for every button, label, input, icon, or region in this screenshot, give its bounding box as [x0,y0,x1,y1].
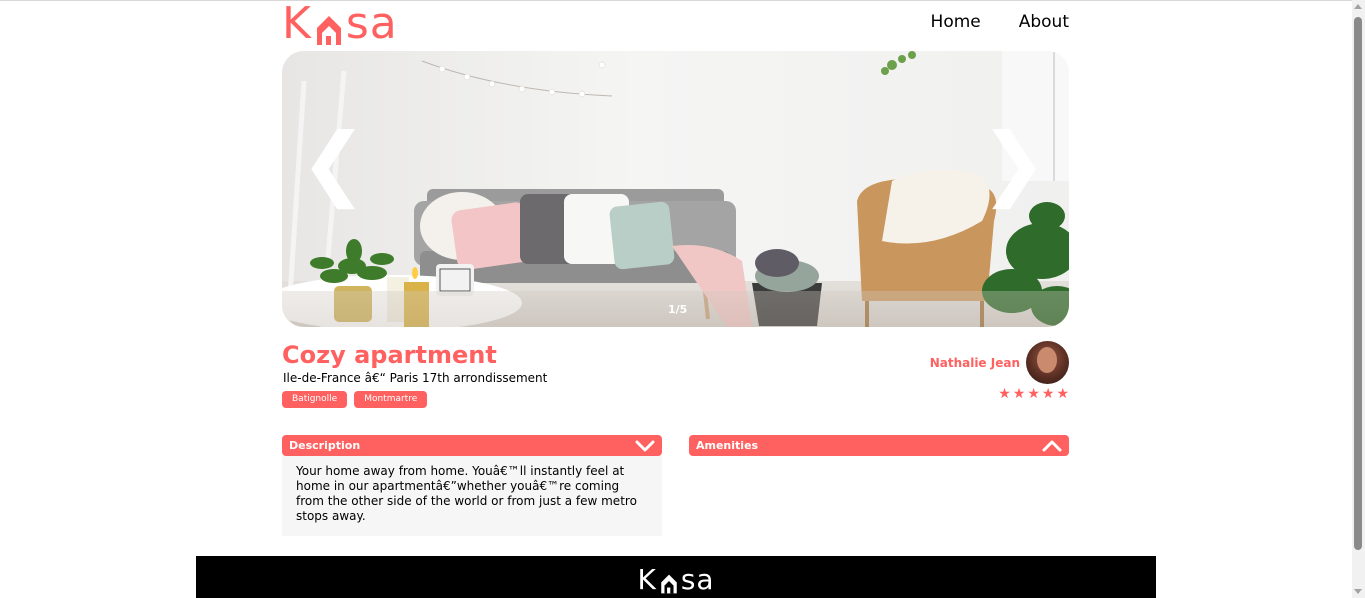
listing-location: Ile-de-France â€“ Paris 17th arrondissem… [283,371,548,385]
chevron-up-icon[interactable] [1042,439,1062,453]
nav-home-link[interactable]: Home [931,12,981,32]
footer-logo: K sa [637,566,714,594]
carousel-photo-illustration [282,51,1069,327]
amenities-collapse: Amenities [689,435,1069,456]
top-border [0,0,1352,1]
amenities-header[interactable]: Amenities [689,435,1069,456]
logo-letter-k: K [282,0,312,49]
footer: K sa [196,556,1156,598]
scrollbar-thumb[interactable] [1354,17,1362,550]
description-body: Your home away from home. Youâ€™ll insta… [282,456,662,536]
chevron-left-icon[interactable]: ❮ [300,123,367,203]
host-avatar-face [1037,347,1057,373]
tag-batignolle: Batignolle [282,391,348,408]
star-icon: ★ [1012,386,1026,402]
chevron-right-icon[interactable]: ❯ [980,123,1047,203]
host-name: Nathalie Jean [929,355,1020,370]
logo-letters-sa: sa [345,0,398,49]
host-info: Nathalie Jean [930,341,1069,384]
description-label: Description [289,439,361,452]
amenities-label: Amenities [696,439,759,452]
star-icon: ★ [1056,386,1069,402]
chevron-down-icon[interactable] [635,439,655,453]
kasa-logo[interactable]: K sa [282,0,398,46]
scroll-up-arrow-icon[interactable] [1354,4,1362,9]
description-text: Your home away from home. Youâ€™ll insta… [296,464,637,523]
star-icon: ★ [1041,386,1055,402]
house-icon [314,12,344,46]
scroll-down-arrow-icon[interactable] [1354,589,1362,594]
main-nav: Home About [931,12,1069,32]
footer-logo-letter-k: K [637,563,657,596]
carousel-counter: 1/5 [668,303,688,316]
description-header[interactable]: Description [282,435,662,456]
listing-title: Cozy apartment [282,341,497,369]
star-icon: ★ [1027,386,1040,402]
footer-logo-letters-sa: sa [680,563,715,596]
nav-about-link[interactable]: About [1019,12,1069,32]
tag-montmartre: Montmartre [354,391,428,408]
description-collapse: Description Your home away from home. Yo… [282,435,662,536]
page-scrollbar[interactable] [1352,0,1365,598]
listing-tags: Batignolle Montmartre [282,391,428,408]
host-avatar [1026,341,1069,384]
star-icon: ★ [998,386,1011,402]
footer-house-icon [659,572,679,594]
host-rating: ★ ★ ★ ★ ★ [998,387,1069,401]
photo-carousel: ❮ ❯ 1/5 [282,51,1069,327]
